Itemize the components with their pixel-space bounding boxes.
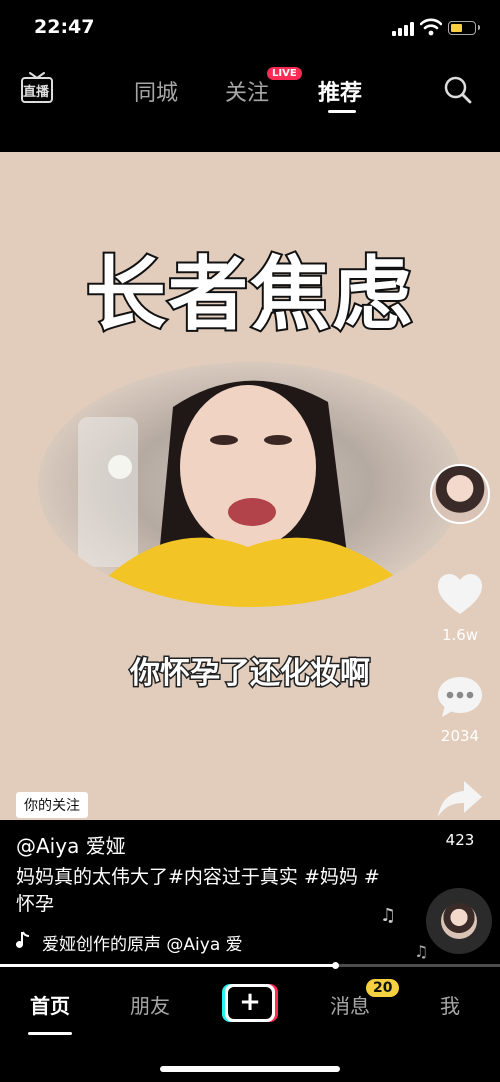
progress-fill	[0, 964, 335, 967]
battery-icon	[448, 21, 480, 35]
status-time: 22:47	[34, 16, 95, 38]
video-face-frame	[38, 362, 463, 607]
share-icon[interactable]	[436, 779, 484, 821]
heart-icon[interactable]	[436, 572, 484, 616]
active-nav-indicator	[28, 1032, 72, 1035]
video-title-overlay: 长者焦虑	[84, 246, 414, 343]
creator-avatar[interactable]	[430, 464, 490, 524]
plus-icon: +	[239, 987, 261, 1017]
nav-home[interactable]: 首页	[10, 990, 90, 1019]
progress-handle[interactable]	[332, 962, 339, 969]
nav-friends[interactable]: 朋友	[110, 990, 190, 1019]
tab-following[interactable]: 关注	[225, 75, 269, 107]
music-note-icon	[16, 931, 30, 948]
nav-me[interactable]: 我	[410, 990, 490, 1019]
floating-notes-icon: ♫	[380, 905, 397, 926]
comment-count: 2034	[440, 727, 480, 745]
home-indicator[interactable]	[160, 1066, 340, 1072]
video-subtitle: 你怀孕了还化妆啊	[129, 655, 372, 693]
search-icon[interactable]	[443, 75, 473, 105]
signal-icon	[392, 22, 414, 36]
wifi-icon	[420, 18, 442, 36]
create-button[interactable]: +	[222, 984, 278, 1022]
tab-recommended[interactable]: 推荐	[318, 75, 362, 107]
music-title[interactable]: 爱娅创作的原声 @Aiya 爱	[42, 930, 312, 955]
live-tv-icon[interactable]: 直播	[20, 70, 54, 104]
comment-icon[interactable]	[436, 675, 484, 719]
active-tab-indicator	[328, 110, 356, 113]
video-caption[interactable]: 妈妈真的太伟大了#内容过于真实 #妈妈 #怀孕	[16, 864, 388, 918]
following-tag: 你的关注	[16, 792, 88, 818]
music-disc[interactable]	[426, 888, 492, 954]
video-progress-bar[interactable]	[0, 962, 500, 969]
share-count: 423	[445, 831, 475, 849]
floating-notes-icon: ♫	[414, 942, 429, 961]
live-tv-label: 直播	[23, 85, 50, 100]
author-name[interactable]: @Aiya 爱娅	[16, 830, 126, 859]
tab-nearby[interactable]: 同城	[134, 75, 178, 107]
messages-badge: 20	[366, 979, 400, 997]
live-badge: LIVE	[266, 66, 303, 81]
like-count: 1.6w	[441, 626, 479, 644]
video-player[interactable]: 长者焦虑 你怀孕了还化妆啊 你的关注	[0, 152, 500, 820]
